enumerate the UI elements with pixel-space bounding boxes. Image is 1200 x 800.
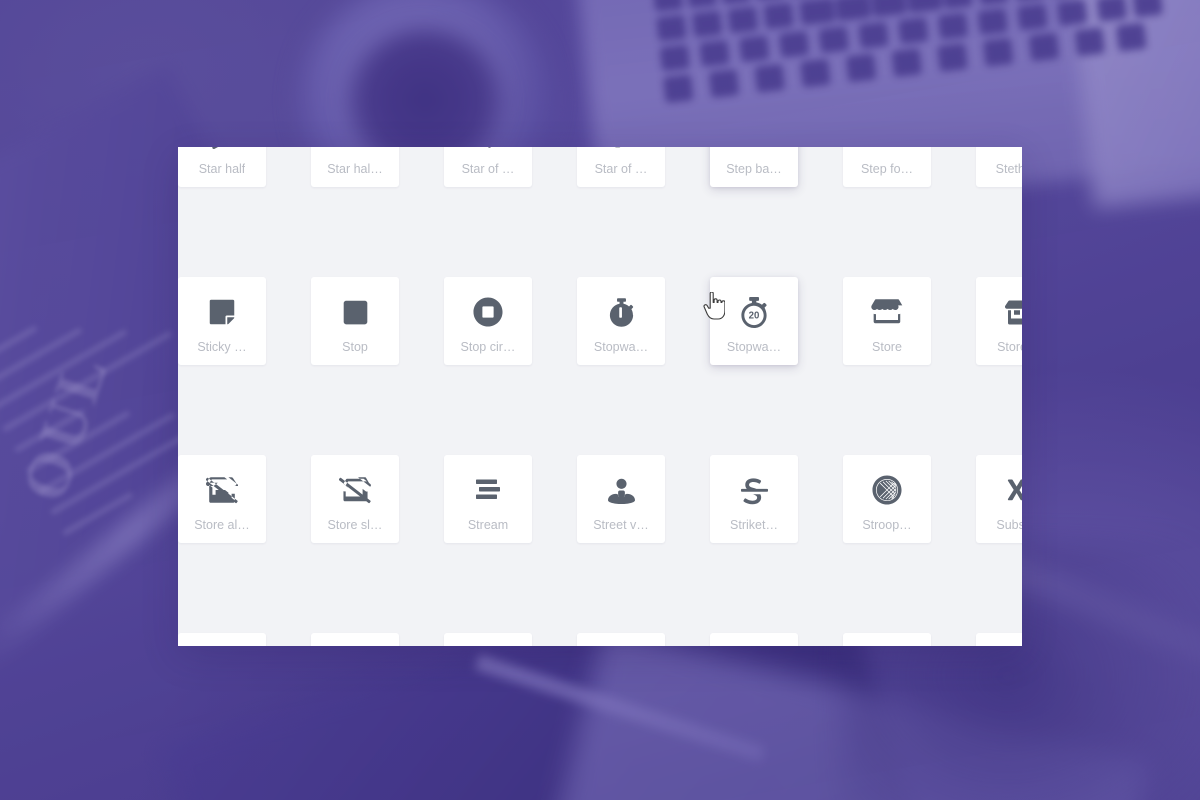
- icon-card-label: Stream: [467, 519, 509, 532]
- icon-card-strikethrough[interactable]: Striket…: [710, 455, 798, 543]
- icon-card-stopwatch-20[interactable]: 20 Stopwa…: [710, 277, 798, 365]
- store-alt-slash-icon: [205, 473, 239, 507]
- icon-card-label: Street v…: [593, 519, 649, 532]
- strikethrough-icon: [737, 473, 771, 507]
- icon-card-stopwatch[interactable]: Stopwa…: [577, 277, 665, 365]
- icon-picker-panel[interactable]: Star half Star hal… Star of … Star of … Step…: [178, 147, 1022, 646]
- icon-card-label: Stop cir…: [460, 341, 516, 354]
- stream-icon: [471, 473, 505, 507]
- icon-card-star-of-david[interactable]: Star of …: [444, 147, 532, 187]
- icon-card-label: Store al…: [194, 519, 250, 532]
- star-half-alt-icon: [338, 147, 372, 151]
- star-half-icon: [205, 147, 239, 151]
- icon-card-label: Step fo…: [860, 163, 914, 176]
- icon-card-stroopwafel[interactable]: Stroop…: [843, 455, 931, 543]
- icon-card-surprise[interactable]: Surprise: [843, 633, 931, 646]
- star-of-david-icon: [471, 147, 505, 151]
- icon-card-store-slash[interactable]: Store sl…: [311, 455, 399, 543]
- street-view-icon: [604, 473, 638, 507]
- icon-card-store[interactable]: Store: [843, 277, 931, 365]
- icon-grid: Star half Star hal… Star of … Star of … Step…: [178, 147, 1022, 646]
- stopwatch-20-icon: 20: [737, 295, 771, 329]
- icon-card-store-alt[interactable]: Store …: [976, 277, 1022, 365]
- stop-circle-icon: [471, 295, 505, 329]
- icon-card-step-forward[interactable]: Step fo…: [843, 147, 931, 187]
- icon-card-stream[interactable]: Stream: [444, 455, 532, 543]
- subscript-icon: [1003, 473, 1022, 507]
- icon-card-store-alt-slash[interactable]: Store al…: [178, 455, 266, 543]
- stopwatch-icon: [604, 295, 638, 329]
- icon-card-star-of-life[interactable]: Star of …: [577, 147, 665, 187]
- icon-card-subway[interactable]: Subway: [178, 633, 266, 646]
- icon-card-label: Star of …: [594, 163, 648, 176]
- icon-card-suitcase-rolling[interactable]: Suitcas…: [444, 633, 532, 646]
- svg-text:20: 20: [749, 310, 760, 321]
- step-forward-icon: [870, 147, 904, 151]
- icon-card-step-backward[interactable]: Step ba…: [710, 147, 798, 187]
- icon-card-label: Stopwa…: [726, 341, 782, 354]
- store-alt-icon: [1003, 295, 1022, 329]
- icon-card-label: Stroop…: [862, 519, 912, 532]
- icon-card-star-half-alt[interactable]: Star hal…: [311, 147, 399, 187]
- icon-card-superscript[interactable]: Supers…: [710, 633, 798, 646]
- icon-card-stethoscope[interactable]: Stetho…: [976, 147, 1022, 187]
- icon-card-label: Store sl…: [327, 519, 383, 532]
- icon-card-label: Stetho…: [995, 163, 1022, 176]
- icon-card-label: Sticky …: [197, 341, 247, 354]
- icon-card-label: Striket…: [730, 519, 778, 532]
- star-of-life-icon: [604, 147, 638, 151]
- icon-card-street-view[interactable]: Street v…: [577, 455, 665, 543]
- icon-card-stop-circle[interactable]: Stop cir…: [444, 277, 532, 365]
- icon-card-star-half[interactable]: Star half: [178, 147, 266, 187]
- step-backward-icon: [737, 147, 771, 151]
- icon-card-label: Star half: [198, 163, 246, 176]
- sticky-note-icon: [205, 295, 239, 329]
- icon-card-label: Store: [872, 341, 902, 354]
- stroopwafel-icon: [870, 473, 904, 507]
- icon-card-label: Store …: [997, 341, 1022, 354]
- icon-card-label: Step ba…: [726, 163, 782, 176]
- icon-card-label: Stopwa…: [593, 341, 649, 354]
- icon-card-swatchbook[interactable]: Swatc…: [976, 633, 1022, 646]
- icon-card-label: Stop: [342, 341, 368, 354]
- icon-card-suitcase[interactable]: Suitcase: [311, 633, 399, 646]
- stethoscope-icon: [1003, 147, 1022, 151]
- icon-card-subscript[interactable]: Subsc…: [976, 455, 1022, 543]
- store-icon: [870, 295, 904, 329]
- store-slash-icon: [338, 473, 372, 507]
- icon-card-label: Star hal…: [327, 163, 383, 176]
- stop-icon: [338, 295, 372, 329]
- icon-card-sticky-note[interactable]: Sticky …: [178, 277, 266, 365]
- icon-card-sun[interactable]: Sun: [577, 633, 665, 646]
- icon-card-label: Subsc…: [996, 519, 1022, 532]
- icon-card-label: Star of …: [461, 163, 515, 176]
- icon-card-stop[interactable]: Stop: [311, 277, 399, 365]
